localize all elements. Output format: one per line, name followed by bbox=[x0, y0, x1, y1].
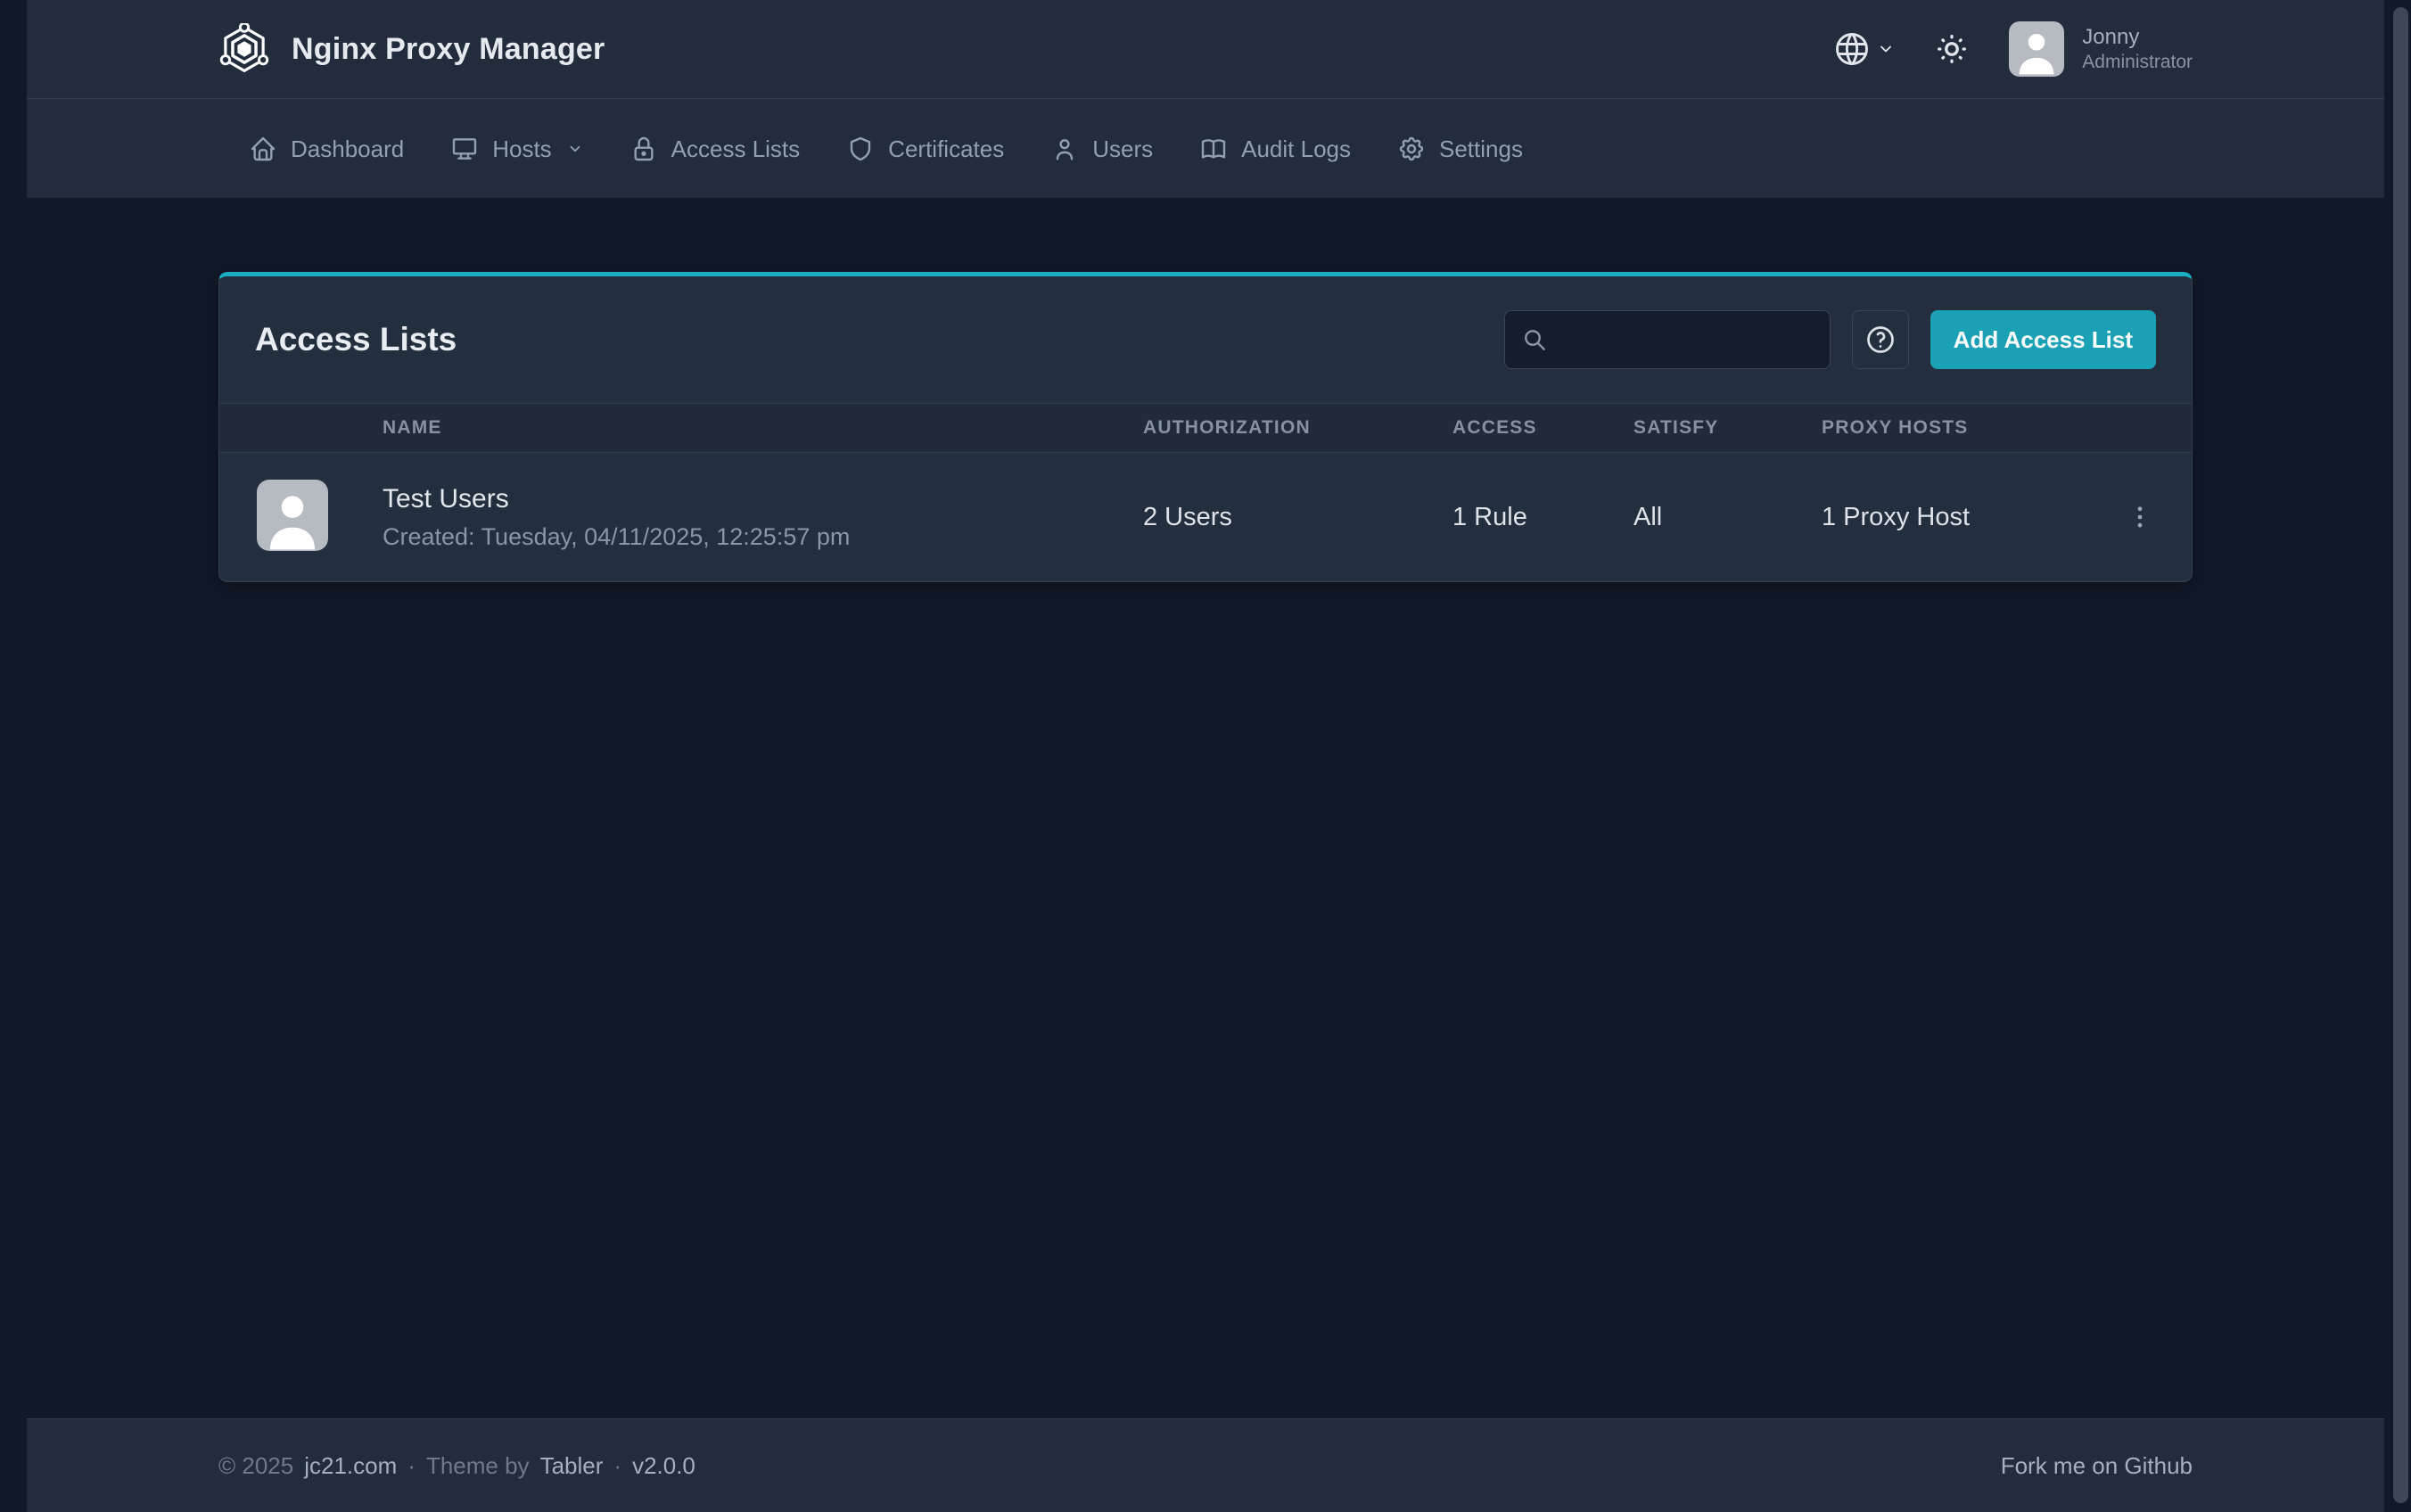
table-header-row: NAME AUTHORIZATION ACCESS SATISFY PROXY … bbox=[219, 403, 2192, 453]
book-icon bbox=[1199, 135, 1228, 163]
sun-icon bbox=[1932, 29, 1971, 69]
tabler-link[interactable]: Tabler bbox=[540, 1452, 604, 1480]
column-header-authorization: AUTHORIZATION bbox=[1143, 417, 1452, 439]
nav-item-certificates[interactable]: Certificates bbox=[823, 99, 1027, 199]
user-role: Administrator bbox=[2082, 51, 2193, 74]
column-header-satisfy: SATISFY bbox=[1633, 417, 1822, 439]
access-lists-table: NAME AUTHORIZATION ACCESS SATISFY PROXY … bbox=[219, 403, 2192, 581]
fork-github-link[interactable]: Fork me on Github bbox=[2001, 1452, 2193, 1480]
access-lists-card: Access Lists bbox=[218, 272, 2193, 582]
footer-bar: © 2025 jc21.com · Theme by Tabler · v2.0… bbox=[27, 1418, 2384, 1512]
npm-hexagon-logo-icon bbox=[218, 23, 270, 75]
theme-toggle-button[interactable] bbox=[1932, 29, 1971, 69]
dots-vertical-icon bbox=[2125, 502, 2155, 532]
version-link[interactable]: v2.0.0 bbox=[632, 1452, 695, 1480]
globe-icon bbox=[1832, 29, 1872, 69]
table-row: Test Users Created: Tuesday, 04/11/2025,… bbox=[219, 453, 2192, 581]
column-header-name: NAME bbox=[383, 417, 1143, 439]
nav-item-dashboard[interactable]: Dashboard bbox=[226, 99, 427, 199]
brand: Nginx Proxy Manager bbox=[218, 23, 605, 75]
cell-proxy-hosts: 1 Proxy Host bbox=[1822, 503, 2127, 532]
app-title: Nginx Proxy Manager bbox=[292, 32, 605, 67]
chevron-down-icon bbox=[1877, 40, 1895, 58]
nav-item-audit-logs[interactable]: Audit Logs bbox=[1176, 99, 1374, 199]
gear-icon bbox=[1397, 135, 1426, 163]
search-input[interactable] bbox=[1504, 310, 1831, 369]
access-list-name-link[interactable]: Test Users bbox=[383, 484, 1143, 514]
header-bar: Nginx Proxy Manager bbox=[27, 0, 2384, 98]
home-icon bbox=[249, 135, 277, 163]
main-nav: Dashboard Hosts Access Lists bbox=[27, 98, 2384, 198]
user-icon bbox=[1050, 135, 1079, 163]
scrollbar-thumb[interactable] bbox=[2393, 7, 2408, 1503]
search-icon bbox=[1520, 325, 1549, 358]
nav-item-hosts[interactable]: Hosts bbox=[427, 99, 605, 199]
search-box bbox=[1504, 310, 1831, 369]
nav-label: Audit Logs bbox=[1241, 136, 1351, 163]
jc21-link[interactable]: jc21.com bbox=[304, 1452, 397, 1480]
column-header-access: ACCESS bbox=[1452, 417, 1633, 439]
column-header-proxy-hosts: PROXY HOSTS bbox=[1822, 417, 2127, 439]
nav-label: Dashboard bbox=[291, 136, 404, 163]
add-access-list-button[interactable]: Add Access List bbox=[1930, 310, 2156, 369]
lock-icon bbox=[629, 135, 658, 163]
page-content: Access Lists bbox=[0, 198, 2411, 1418]
user-menu[interactable]: Jonny Administrator bbox=[2009, 21, 2193, 77]
monitor-icon bbox=[450, 135, 479, 163]
nav-item-access-lists[interactable]: Access Lists bbox=[606, 99, 824, 199]
access-list-created-date: Created: Tuesday, 04/11/2025, 12:25:57 p… bbox=[383, 523, 1143, 551]
cell-satisfy: All bbox=[1633, 503, 1822, 532]
row-menu-button[interactable] bbox=[2119, 497, 2160, 538]
copyright-text: © 2025 bbox=[218, 1452, 293, 1480]
language-globe-button[interactable] bbox=[1832, 29, 1895, 69]
separator-dot: · bbox=[613, 1452, 621, 1480]
nav-item-settings[interactable]: Settings bbox=[1374, 99, 1546, 199]
chevron-down-icon bbox=[567, 141, 583, 157]
user-avatar bbox=[2009, 21, 2064, 77]
separator-dot: · bbox=[407, 1452, 416, 1480]
nav-label: Users bbox=[1092, 136, 1153, 163]
access-list-avatar bbox=[257, 480, 328, 551]
nav-label: Settings bbox=[1439, 136, 1523, 163]
nav-label: Access Lists bbox=[671, 136, 801, 163]
page-title: Access Lists bbox=[255, 321, 457, 358]
cell-access: 1 Rule bbox=[1452, 503, 1633, 532]
help-button[interactable] bbox=[1852, 310, 1909, 369]
shield-icon bbox=[846, 135, 875, 163]
nav-item-users[interactable]: Users bbox=[1027, 99, 1176, 199]
user-name: Jonny bbox=[2082, 24, 2193, 51]
scrollbar bbox=[2391, 0, 2411, 1512]
nav-label: Certificates bbox=[888, 136, 1004, 163]
theme-by-text: Theme by bbox=[426, 1452, 530, 1480]
cell-authorization: 2 Users bbox=[1143, 503, 1452, 532]
help-circle-icon bbox=[1864, 324, 1897, 356]
nav-label: Hosts bbox=[492, 136, 551, 163]
